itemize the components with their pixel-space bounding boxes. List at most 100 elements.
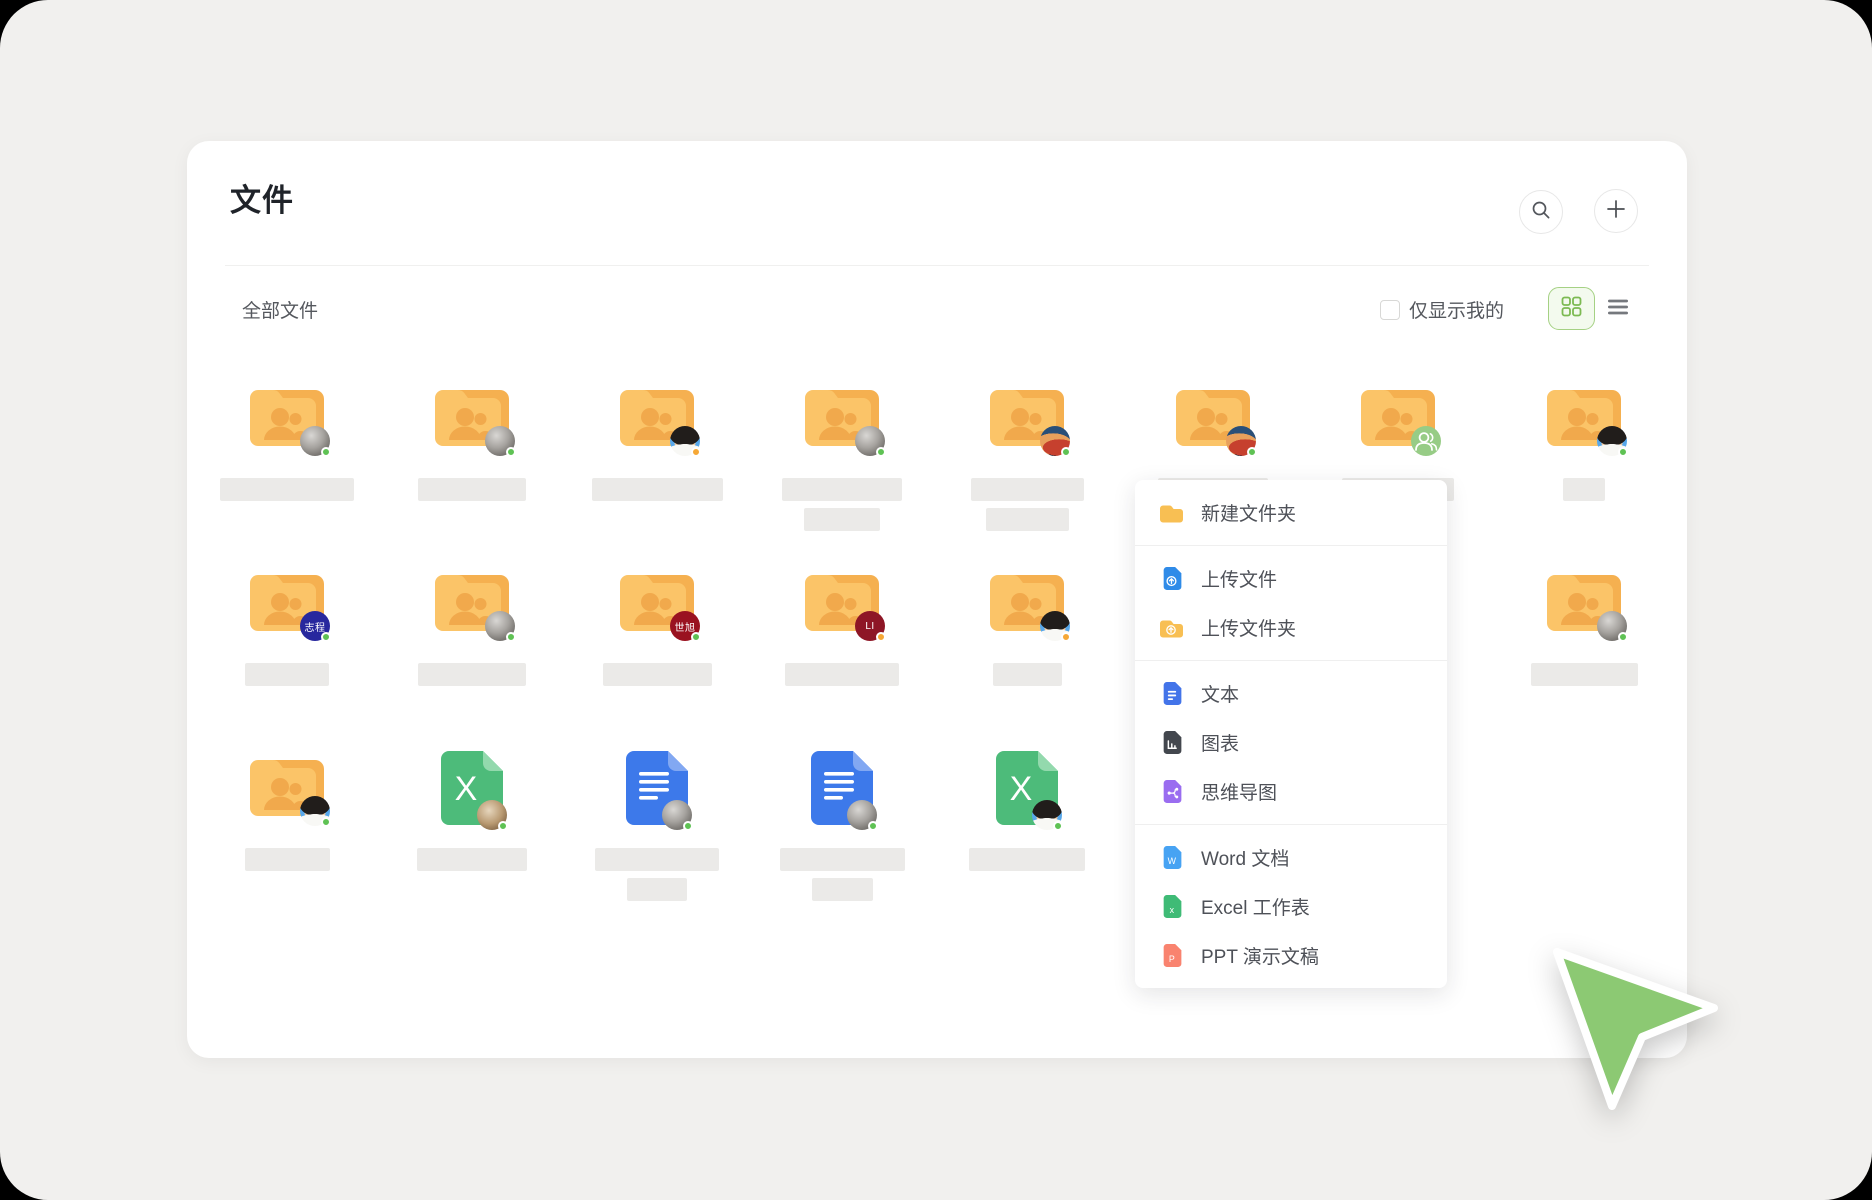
shared-folder-icon: [570, 385, 744, 457]
status-dot-green: [876, 447, 886, 457]
file-card[interactable]: X: [385, 755, 559, 827]
file-ppt-icon: P: [1159, 943, 1184, 968]
file-card[interactable]: [200, 755, 374, 827]
file-name-placeholder: [603, 663, 712, 686]
file-card[interactable]: LI: [755, 570, 929, 642]
menu-item-file-chart[interactable]: 图表: [1135, 718, 1447, 767]
only-mine-label: 仅显示我的: [1409, 296, 1504, 323]
file-excel-icon: x: [1159, 894, 1184, 919]
member-avatar: [1411, 426, 1441, 456]
file-card[interactable]: 世旭: [570, 570, 744, 642]
svg-text:x: x: [1169, 905, 1174, 915]
shared-folder-icon: [940, 570, 1114, 642]
file-card[interactable]: [200, 385, 374, 457]
menu-item-file-mind[interactable]: 思维导图: [1135, 767, 1447, 816]
status-dot-green: [506, 632, 516, 642]
file-card[interactable]: 志程: [200, 570, 374, 642]
status-dot-green: [868, 821, 878, 831]
header-divider: [225, 265, 1649, 266]
menu-item-file-text[interactable]: 文本: [1135, 669, 1447, 718]
file-name-placeholder: [986, 508, 1069, 531]
shared-folder-icon: [1126, 385, 1300, 457]
file-card[interactable]: [755, 755, 929, 827]
file-card[interactable]: [1126, 385, 1300, 457]
tab-all-files[interactable]: 全部文件: [242, 296, 318, 323]
menu-item-label: 图表: [1201, 729, 1239, 756]
file-upload-icon: [1159, 566, 1184, 591]
file-name-placeholder: [417, 848, 527, 871]
file-card[interactable]: [385, 385, 559, 457]
plus-icon: [1605, 198, 1627, 225]
menu-item-file-upload[interactable]: 上传文件: [1135, 554, 1447, 603]
file-name-placeholder: [993, 663, 1062, 686]
search-icon: [1530, 199, 1552, 226]
file-card[interactable]: X: [940, 755, 1114, 827]
menu-item-file-word[interactable]: W Word 文档: [1135, 833, 1447, 882]
file-chart-icon: [1159, 730, 1184, 755]
status-dot-orange: [1061, 632, 1071, 642]
doc-icon: [570, 755, 744, 827]
sheet-icon: X: [940, 755, 1114, 827]
only-mine-toggle[interactable]: 仅显示我的: [1380, 296, 1504, 323]
folder-upload-icon: [1159, 615, 1184, 640]
context-menu-group: 文本 图表 思维导图: [1135, 661, 1447, 825]
add-button[interactable]: [1594, 189, 1638, 233]
file-card[interactable]: [385, 570, 559, 642]
only-mine-checkbox[interactable]: [1380, 300, 1400, 320]
file-name-placeholder: [785, 663, 899, 686]
file-mind-icon: [1159, 779, 1184, 804]
status-dot-green: [498, 821, 508, 831]
shared-folder-icon: [940, 385, 1114, 457]
doc-icon: [755, 755, 929, 827]
list-view-button[interactable]: [1606, 297, 1630, 321]
file-name-placeholder: [812, 878, 873, 901]
menu-item-label: 上传文件: [1201, 565, 1277, 592]
search-button[interactable]: [1519, 190, 1563, 234]
status-dot-green: [321, 632, 331, 642]
svg-text:P: P: [1168, 954, 1174, 964]
file-card[interactable]: [755, 385, 929, 457]
shared-folder-icon: [200, 755, 374, 827]
file-card[interactable]: [570, 755, 744, 827]
file-name-placeholder: [595, 848, 719, 871]
shared-folder-icon: 世旭: [570, 570, 744, 642]
file-name-placeholder: [245, 663, 329, 686]
menu-item-file-ppt[interactable]: P PPT 演示文稿: [1135, 931, 1447, 980]
menu-item-folder-new[interactable]: 新建文件夹: [1135, 488, 1447, 537]
file-card[interactable]: [1311, 385, 1485, 457]
context-menu: 新建文件夹 上传文件 上传文件夹 文本 图表: [1135, 480, 1447, 988]
file-name-placeholder: [592, 478, 723, 501]
menu-item-file-excel[interactable]: x Excel 工作表: [1135, 882, 1447, 931]
sheet-icon: X: [385, 755, 559, 827]
menu-item-label: PPT 演示文稿: [1201, 942, 1319, 969]
shared-folder-icon: [1497, 385, 1671, 457]
menu-item-label: Word 文档: [1201, 844, 1289, 871]
file-name-placeholder: [220, 478, 354, 501]
file-name-placeholder: [418, 663, 526, 686]
shared-folder-icon: [755, 385, 929, 457]
file-name-placeholder: [1531, 663, 1638, 686]
page-title: 文件: [230, 175, 294, 220]
context-menu-group: W Word 文档 x Excel 工作表 P PPT 演示文稿: [1135, 825, 1447, 988]
file-card[interactable]: [940, 385, 1114, 457]
status-dot-green: [321, 817, 331, 827]
files-panel: 文件 全部文件 仅显示我: [187, 141, 1687, 1058]
grid-view-button[interactable]: [1548, 287, 1595, 330]
app-background: 文件 全部文件 仅显示我: [0, 0, 1872, 1200]
shared-folder-icon: [200, 385, 374, 457]
status-dot-orange: [876, 632, 886, 642]
status-dot-green: [506, 447, 516, 457]
file-card[interactable]: [1497, 385, 1671, 457]
menu-item-label: 新建文件夹: [1201, 499, 1296, 526]
shared-folder-icon: [1311, 385, 1485, 457]
menu-item-folder-upload[interactable]: 上传文件夹: [1135, 603, 1447, 652]
status-dot-green: [1618, 447, 1628, 457]
status-dot-green: [1618, 632, 1628, 642]
grid-view-icon: [1560, 295, 1583, 323]
file-name-placeholder: [804, 508, 880, 531]
file-card[interactable]: [570, 385, 744, 457]
status-dot-green: [1247, 447, 1257, 457]
status-dot-green: [1053, 821, 1063, 831]
file-card[interactable]: [940, 570, 1114, 642]
file-card[interactable]: [1497, 570, 1671, 642]
